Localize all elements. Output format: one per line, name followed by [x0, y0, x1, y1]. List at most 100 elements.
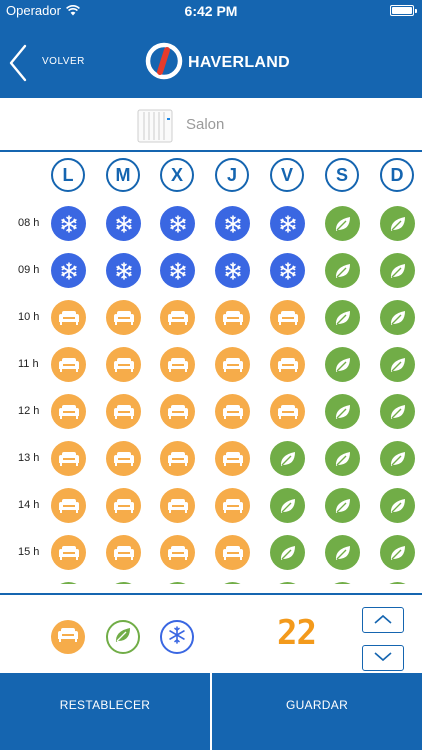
- reset-button[interactable]: RESTABLECER: [0, 673, 210, 750]
- schedule-cell-comfort[interactable]: [106, 347, 141, 382]
- schedule-cell-eco[interactable]: [380, 488, 415, 523]
- radiator-icon: [137, 108, 173, 149]
- day-header[interactable]: L: [51, 158, 85, 192]
- comfort-mode-button[interactable]: [51, 620, 85, 654]
- day-header[interactable]: J: [215, 158, 249, 192]
- schedule-cell-comfort[interactable]: [160, 394, 195, 429]
- device-header: Salon: [0, 98, 422, 152]
- schedule-cell-cold[interactable]: [270, 206, 305, 241]
- schedule-cell-cold[interactable]: [215, 206, 250, 241]
- hour-label: 08 h: [18, 217, 40, 229]
- control-panel: 22: [0, 593, 422, 673]
- save-button[interactable]: GUARDAR: [212, 673, 422, 750]
- schedule-cell-cold[interactable]: [51, 253, 86, 288]
- schedule-cell-comfort[interactable]: [215, 394, 250, 429]
- day-header[interactable]: S: [325, 158, 359, 192]
- schedule-cell-eco[interactable]: [160, 582, 195, 584]
- snowflake-icon: [223, 261, 243, 281]
- schedule-cell-comfort[interactable]: [106, 441, 141, 476]
- schedule-cell-eco[interactable]: [106, 582, 141, 584]
- snowflake-icon: [167, 625, 187, 650]
- schedule-cell-comfort[interactable]: [160, 347, 195, 382]
- chevron-left-icon: [8, 44, 28, 87]
- schedule-cell-comfort[interactable]: [215, 535, 250, 570]
- schedule-cell-comfort[interactable]: [270, 347, 305, 382]
- schedule-cell-eco[interactable]: [380, 535, 415, 570]
- schedule-cell-comfort[interactable]: [215, 300, 250, 335]
- schedule-cell-eco[interactable]: [380, 206, 415, 241]
- schedule-cell-comfort[interactable]: [51, 535, 86, 570]
- schedule-cell-comfort[interactable]: [270, 394, 305, 429]
- schedule-cell-eco[interactable]: [380, 394, 415, 429]
- schedule-cell-comfort[interactable]: [215, 441, 250, 476]
- hour-label: 14 h: [18, 499, 40, 511]
- schedule-cell-comfort[interactable]: [51, 441, 86, 476]
- schedule-cell-cold[interactable]: [51, 206, 86, 241]
- schedule-cell-eco[interactable]: [51, 582, 86, 584]
- schedule-cell-cold[interactable]: [270, 253, 305, 288]
- schedule-cell-comfort[interactable]: [51, 394, 86, 429]
- day-header[interactable]: D: [380, 158, 414, 192]
- schedule-cell-eco[interactable]: [325, 300, 360, 335]
- schedule-cell-eco[interactable]: [325, 535, 360, 570]
- navigation-bar: VOLVER HAVERLAND: [0, 22, 422, 98]
- leaf-icon: [333, 355, 353, 375]
- schedule-cell-comfort[interactable]: [215, 488, 250, 523]
- schedule-cell-cold[interactable]: [106, 253, 141, 288]
- leaf-icon: [333, 496, 353, 516]
- schedule-cell-eco[interactable]: [215, 582, 250, 584]
- haverland-logo: [145, 42, 183, 85]
- schedule-cell-comfort[interactable]: [51, 300, 86, 335]
- schedule-cell-eco[interactable]: [270, 441, 305, 476]
- schedule-cell-comfort[interactable]: [51, 347, 86, 382]
- schedule-cell-eco[interactable]: [325, 394, 360, 429]
- eco-mode-button[interactable]: [106, 620, 140, 654]
- schedule-cell-eco[interactable]: [270, 582, 305, 584]
- schedule-cell-comfort[interactable]: [160, 300, 195, 335]
- leaf-icon: [113, 625, 133, 650]
- schedule-cell-cold[interactable]: [160, 206, 195, 241]
- schedule-cell-cold[interactable]: [160, 253, 195, 288]
- schedule-cell-eco[interactable]: [380, 253, 415, 288]
- day-header[interactable]: X: [160, 158, 194, 192]
- schedule-cell-comfort[interactable]: [160, 535, 195, 570]
- schedule-cell-comfort[interactable]: [270, 300, 305, 335]
- schedule-cell-eco[interactable]: [380, 582, 415, 584]
- schedule-cell-cold[interactable]: [215, 253, 250, 288]
- back-button[interactable]: VOLVER: [0, 22, 110, 98]
- schedule-cell-comfort[interactable]: [106, 300, 141, 335]
- schedule-cell-eco[interactable]: [325, 441, 360, 476]
- hour-label: 09 h: [18, 264, 40, 276]
- snowflake-icon: [168, 261, 188, 281]
- sofa-icon: [222, 545, 244, 561]
- schedule-cell-eco[interactable]: [270, 488, 305, 523]
- leaf-icon: [388, 543, 408, 563]
- schedule-cell-comfort[interactable]: [106, 394, 141, 429]
- schedule-cell-comfort[interactable]: [51, 488, 86, 523]
- schedule-cell-eco[interactable]: [270, 535, 305, 570]
- schedule-cell-eco[interactable]: [380, 347, 415, 382]
- schedule-cell-comfort[interactable]: [106, 535, 141, 570]
- status-bar: Operador 6:42 PM: [0, 0, 422, 22]
- schedule-cell-comfort[interactable]: [215, 347, 250, 382]
- schedule-cell-eco[interactable]: [325, 488, 360, 523]
- temperature-up-button[interactable]: [362, 607, 404, 633]
- sofa-icon: [167, 545, 189, 561]
- schedule-cell-comfort[interactable]: [106, 488, 141, 523]
- day-header[interactable]: M: [106, 158, 140, 192]
- leaf-icon: [388, 214, 408, 234]
- schedule-cell-eco[interactable]: [325, 206, 360, 241]
- schedule-cell-eco[interactable]: [380, 300, 415, 335]
- schedule-cell-eco[interactable]: [325, 253, 360, 288]
- schedule-cell-comfort[interactable]: [160, 488, 195, 523]
- snowflake-icon: [59, 214, 79, 234]
- schedule-cell-eco[interactable]: [325, 582, 360, 584]
- schedule-cell-comfort[interactable]: [160, 441, 195, 476]
- cold-mode-button[interactable]: [160, 620, 194, 654]
- temperature-down-button[interactable]: [362, 645, 404, 671]
- schedule-cell-cold[interactable]: [106, 206, 141, 241]
- schedule-cell-eco[interactable]: [325, 347, 360, 382]
- schedule-cell-eco[interactable]: [380, 441, 415, 476]
- day-header[interactable]: V: [270, 158, 304, 192]
- snowflake-icon: [278, 214, 298, 234]
